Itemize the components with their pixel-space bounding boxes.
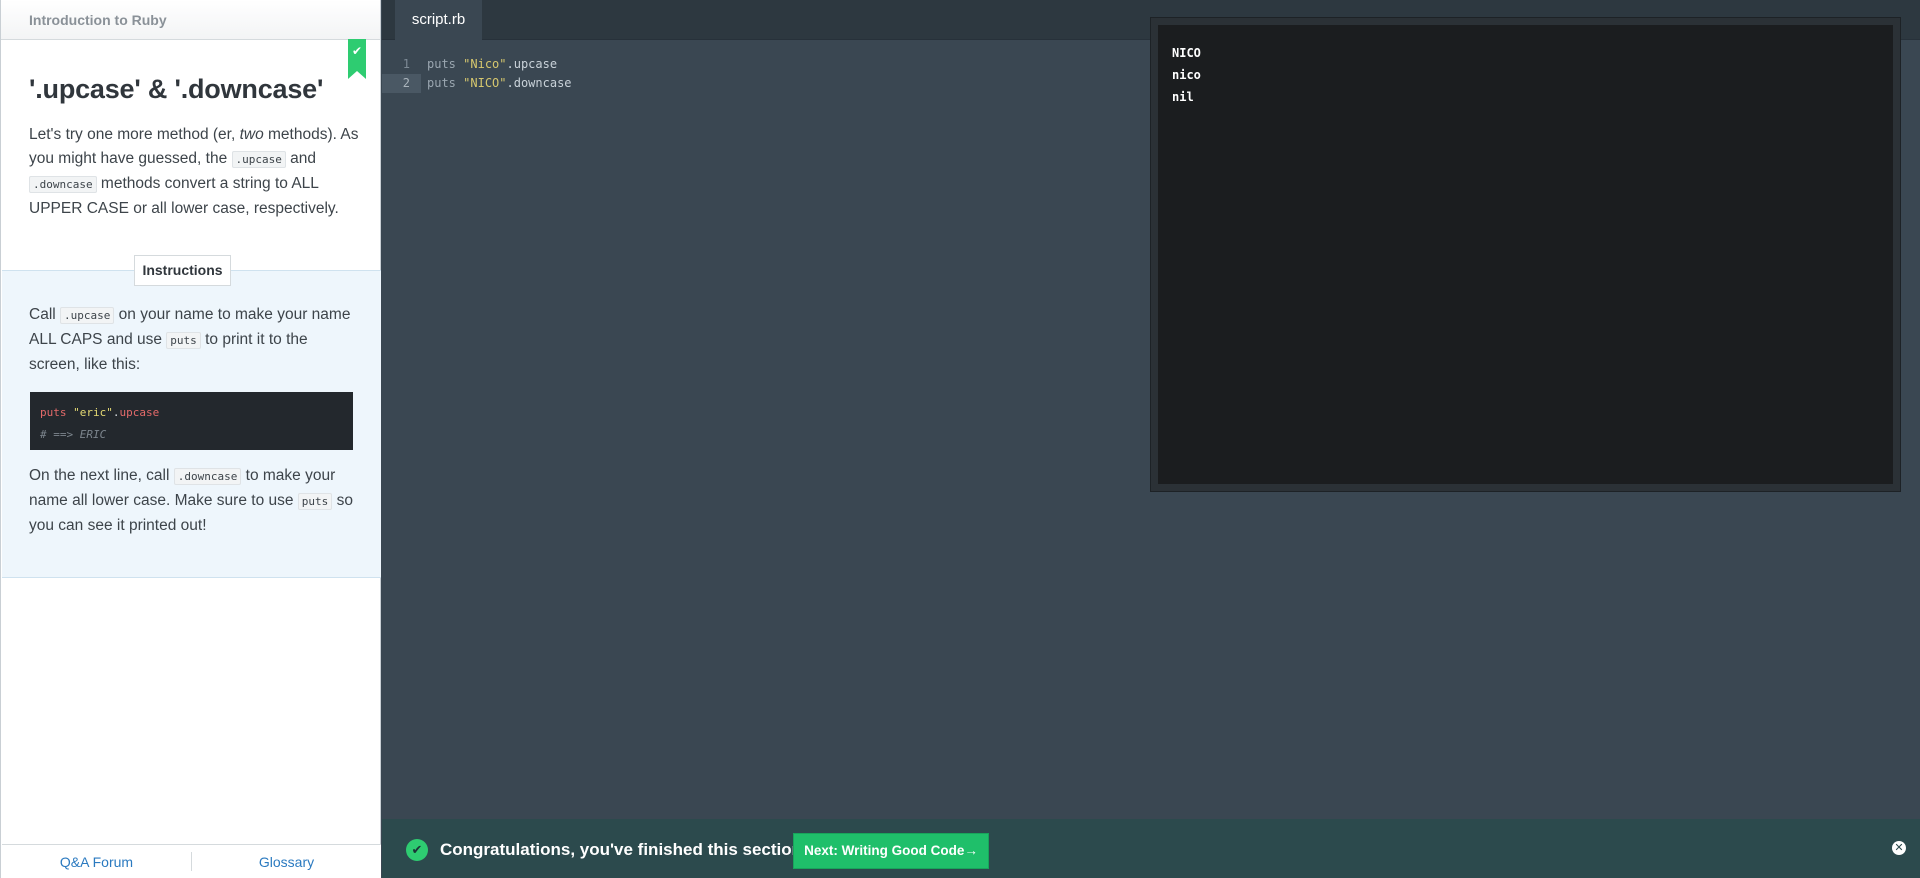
example-code-block: puts "eric".upcase # ==> ERIC xyxy=(30,392,353,450)
congrats-text: Congratulations, you've finished this se… xyxy=(440,839,808,859)
lesson-intro: Let's try one more method (er, two metho… xyxy=(29,126,359,217)
check-icon: ✔ xyxy=(352,44,363,58)
inline-code: .upcase xyxy=(231,151,286,168)
output-line: NICO xyxy=(1172,46,1201,60)
congrats-message: ✔ Congratulations, you've finished this … xyxy=(404,832,816,867)
code-line[interactable]: 1 puts "Nico".upcase xyxy=(382,55,557,74)
line-number: 1 xyxy=(402,57,410,71)
output-line: nico xyxy=(1172,68,1201,82)
inline-code: .downcase xyxy=(29,176,97,193)
code-line[interactable]: 2 puts "NICO".downcase xyxy=(382,74,572,93)
instructions-text: Call .upcase on your name to make your n… xyxy=(29,306,351,373)
output-line: nil xyxy=(1172,90,1194,104)
inline-code: .upcase xyxy=(60,307,115,324)
completion-banner: ✔ Congratulations, you've finished this … xyxy=(382,819,1920,878)
output-text: NICO nico nil xyxy=(1158,25,1893,484)
instructions-text-2: On the next line, call .downcase to make… xyxy=(29,467,353,534)
qa-forum-link[interactable]: Q&A Forum xyxy=(2,845,191,878)
lesson-panel: Introduction to Ruby ✔ '.upcase' & '.dow… xyxy=(0,0,381,878)
output-console: NICO nico nil xyxy=(1150,17,1901,492)
inline-code: puts xyxy=(166,332,201,349)
sidebar-footer: Q&A Forum Glossary xyxy=(2,844,381,878)
instructions-tab: Instructions xyxy=(134,255,231,286)
glossary-link[interactable]: Glossary xyxy=(192,845,381,878)
course-title[interactable]: Introduction to Ruby xyxy=(1,0,380,40)
success-check-icon: ✔ xyxy=(406,838,428,861)
inline-code: .downcase xyxy=(173,468,242,485)
tab-script-rb[interactable]: script.rb xyxy=(395,0,482,40)
close-icon[interactable]: ✕ xyxy=(1892,841,1906,855)
next-lesson-button[interactable]: Next: Writing Good Code→ xyxy=(793,833,989,869)
lesson-title: '.upcase' & '.downcase' xyxy=(29,74,324,104)
line-number: 2 xyxy=(382,74,421,93)
inline-code: puts xyxy=(297,493,333,510)
completed-bookmark-icon: ✔ xyxy=(348,39,366,79)
